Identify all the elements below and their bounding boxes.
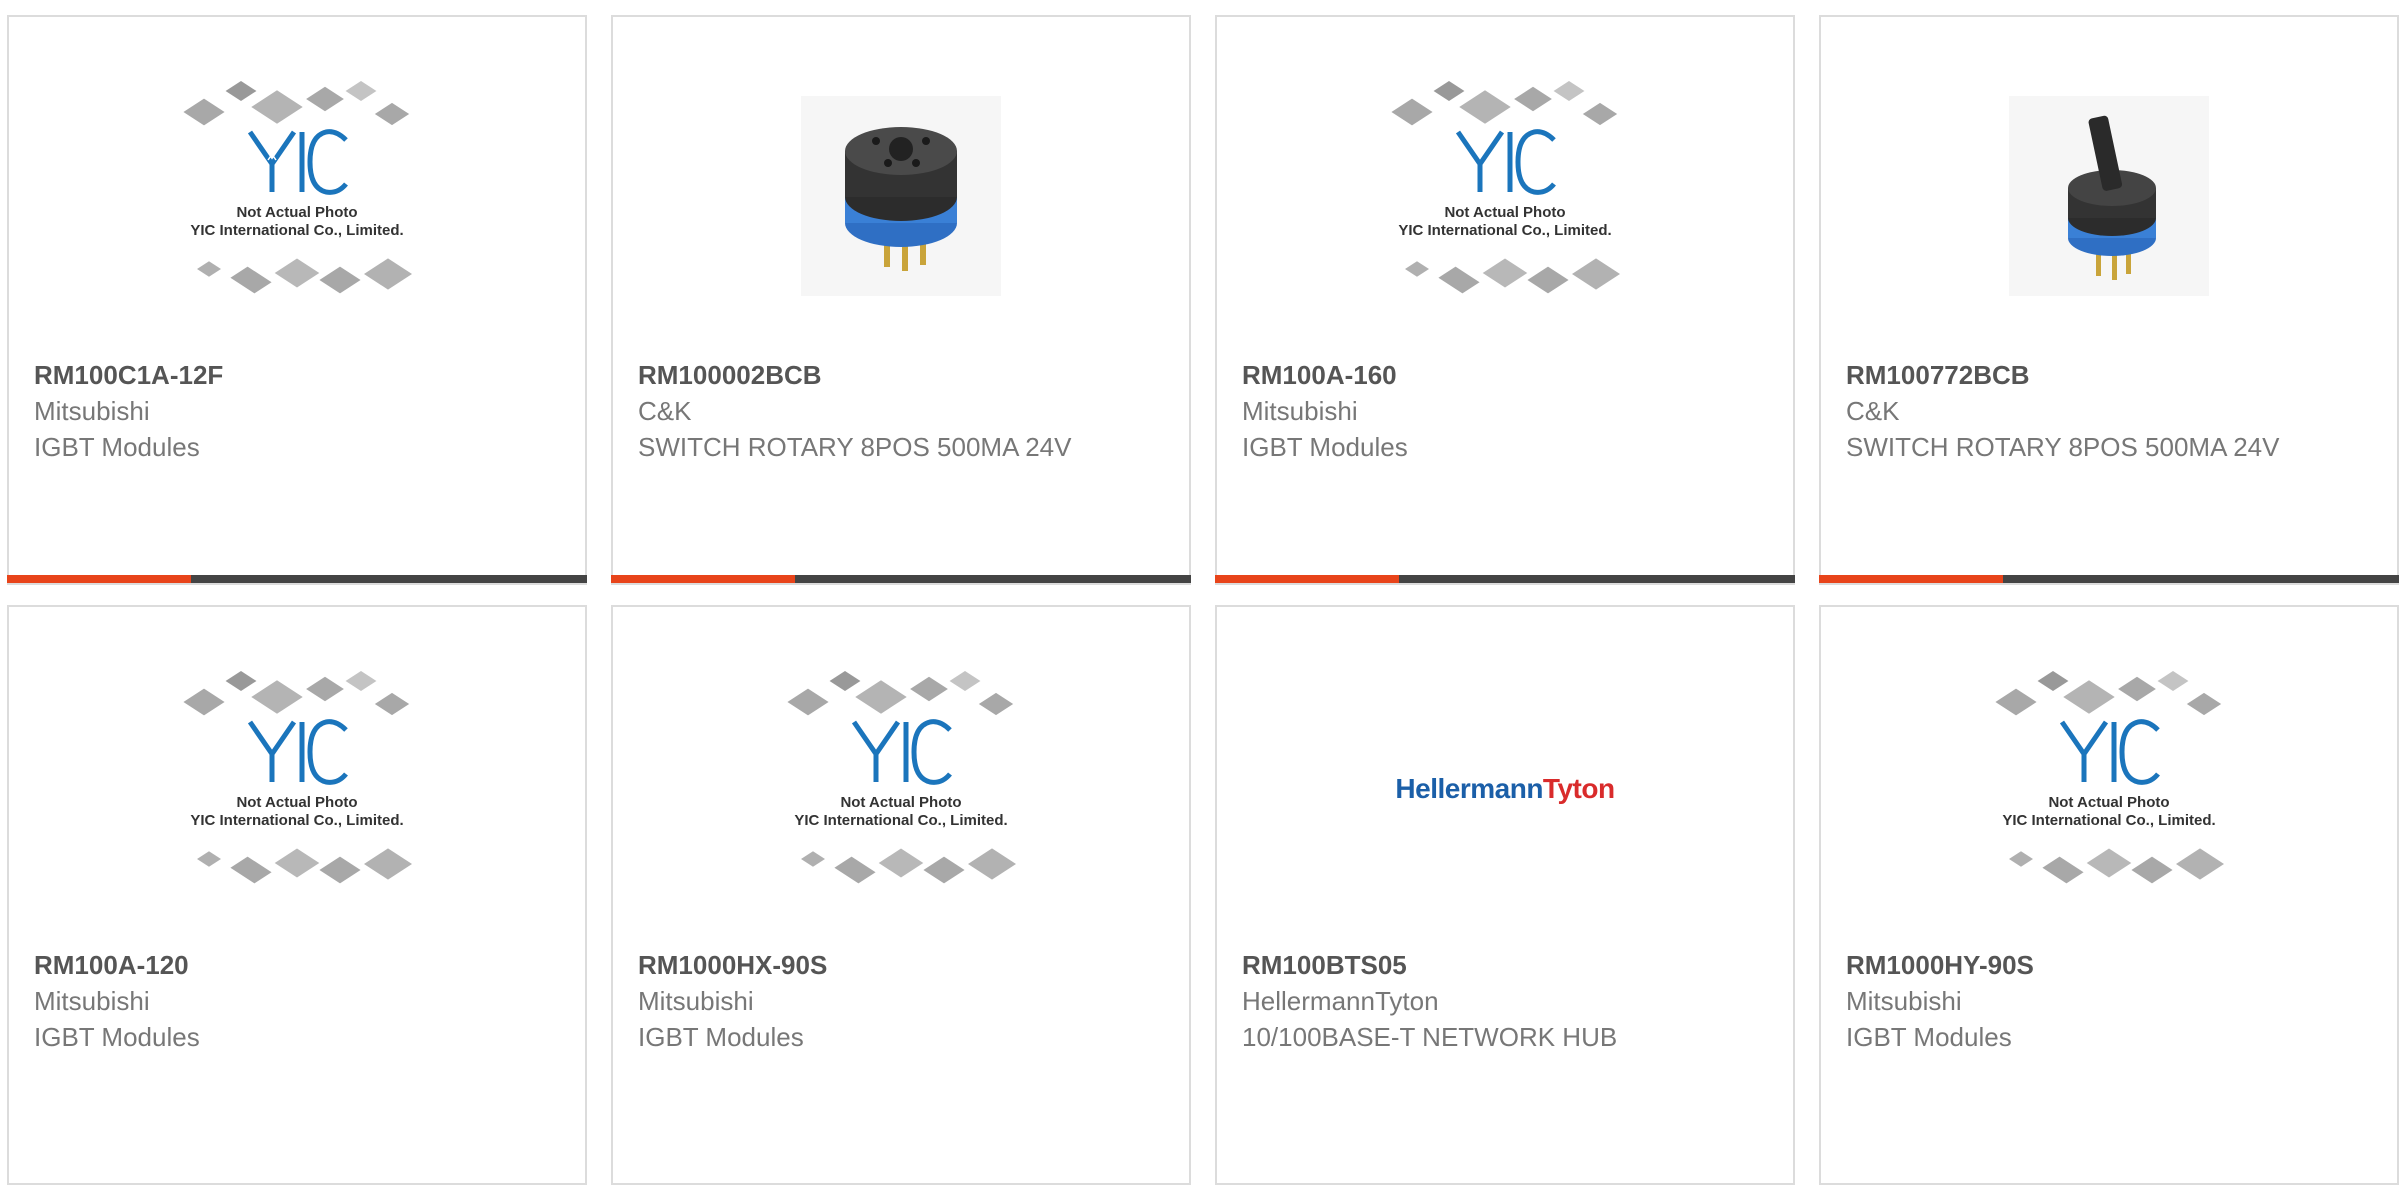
card-accent-bar [611,575,795,583]
product-card[interactable]: HellermannTyton RM100BTS05 HellermannTyt… [1215,605,1795,1185]
product-card[interactable]: Not Actual Photo YIC International Co., … [1819,605,2399,1185]
product-image-area[interactable]: HellermannTyton [1217,607,1793,952]
product-image-area[interactable]: Not Actual Photo YIC International Co., … [9,607,585,952]
card-accent-bar [1215,575,1399,583]
yic-logo [1455,128,1556,195]
yic-logo [2059,718,2160,785]
part-number-link[interactable]: RM100002BCB [638,357,1169,393]
card-bottom-bar [1215,575,1795,583]
product-card[interactable]: RM100772BCB C&K SWITCH ROTARY 8POS 500MA… [1819,15,2399,585]
product-info: RM100002BCB C&K SWITCH ROTARY 8POS 500MA… [638,357,1169,465]
placeholder-line2: YIC International Co., Limited. [2002,811,2216,829]
logo-tyton-text: Tyton [1542,772,1615,804]
not-actual-photo-placeholder: Not Actual Photo YIC International Co., … [162,70,432,310]
product-card[interactable]: Not Actual Photo YIC International Co., … [611,605,1191,1185]
manufacturer: HellermannTyton [1242,986,1439,1016]
description: IGBT Modules [1242,432,1408,462]
product-image-area[interactable]: Not Actual Photo YIC International Co., … [1217,17,1793,362]
product-info: RM100BTS05 HellermannTyton 10/100BASE-T … [1242,947,1773,1055]
part-number-link[interactable]: RM100C1A-12F [34,357,565,393]
manufacturer: Mitsubishi [1846,986,1962,1016]
product-info: RM100A-160 Mitsubishi IGBT Modules [1242,357,1773,465]
manufacturer: Mitsubishi [638,986,754,1016]
part-number-link[interactable]: RM100A-160 [1242,357,1773,393]
placeholder-line2: YIC International Co., Limited. [1398,221,1612,239]
product-card[interactable]: Not Actual Photo YIC International Co., … [7,15,587,585]
product-info: RM100A-120 Mitsubishi IGBT Modules [34,947,565,1055]
placeholder-line1: Not Actual Photo [840,793,962,811]
card-bottom-bar [611,575,1191,583]
manufacturer: Mitsubishi [34,396,150,426]
description: IGBT Modules [34,1022,200,1052]
placeholder-line1: Not Actual Photo [236,203,358,221]
manufacturer: C&K [638,396,692,426]
part-number-link[interactable]: RM1000HX-90S [638,947,1169,983]
product-info: RM1000HX-90S Mitsubishi IGBT Modules [638,947,1169,1055]
rotary-switch-shaft-image [2068,115,2156,280]
placeholder-line1: Not Actual Photo [236,793,358,811]
description: IGBT Modules [1846,1022,2012,1052]
description: SWITCH ROTARY 8POS 500MA 24V [638,432,1072,462]
card-accent-bar [1819,575,2003,583]
logo-hellermann-text: Hellermann [1395,772,1543,804]
rotary-switch-image [845,126,957,271]
rotary-switch-photo [801,95,1001,296]
product-image-area[interactable]: Not Actual Photo YIC International Co., … [1821,607,2397,952]
manufacturer: Mitsubishi [34,986,150,1016]
placeholder-line2: YIC International Co., Limited. [190,811,404,829]
card-bottom-bar [7,575,587,583]
description: SWITCH ROTARY 8POS 500MA 24V [1846,432,2280,462]
product-card[interactable]: RM100002BCB C&K SWITCH ROTARY 8POS 500MA… [611,15,1191,585]
part-number-link[interactable]: RM100BTS05 [1242,947,1773,983]
description: IGBT Modules [638,1022,804,1052]
part-number-link[interactable]: RM100A-120 [34,947,565,983]
card-bottom-bar [1819,575,2399,583]
yic-logo [851,718,952,785]
placeholder-line1: Not Actual Photo [2048,793,2170,811]
product-image-area[interactable]: Not Actual Photo YIC International Co., … [9,17,585,362]
manufacturer: C&K [1846,396,1900,426]
placeholder-line2: YIC International Co., Limited. [794,811,1008,829]
yic-logo [247,718,348,785]
product-image-area[interactable]: Not Actual Photo YIC International Co., … [613,607,1189,952]
description: 10/100BASE-T NETWORK HUB [1242,1022,1618,1052]
yic-logo [247,128,348,195]
part-number-link[interactable]: RM100772BCB [1846,357,2377,393]
placeholder-line2: YIC International Co., Limited. [190,221,404,239]
not-actual-photo-placeholder: Not Actual Photo YIC International Co., … [766,660,1036,900]
description: IGBT Modules [34,432,200,462]
product-info: RM100C1A-12F Mitsubishi IGBT Modules [34,357,565,465]
rotary-switch-shaft-photo [2009,95,2209,296]
not-actual-photo-placeholder: Not Actual Photo YIC International Co., … [1974,660,2244,900]
product-grid: Not Actual Photo YIC International Co., … [0,0,2400,1185]
not-actual-photo-placeholder: Not Actual Photo YIC International Co., … [162,660,432,900]
product-card[interactable]: Not Actual Photo YIC International Co., … [1215,15,1795,585]
product-info: RM100772BCB C&K SWITCH ROTARY 8POS 500MA… [1846,357,2377,465]
part-number-link[interactable]: RM1000HY-90S [1846,947,2377,983]
not-actual-photo-placeholder: Not Actual Photo YIC International Co., … [1370,70,1640,310]
product-info: RM1000HY-90S Mitsubishi IGBT Modules [1846,947,2377,1055]
hellermanntyton-logo: HellermannTyton [1395,772,1615,805]
placeholder-line1: Not Actual Photo [1444,203,1566,221]
product-card[interactable]: Not Actual Photo YIC International Co., … [7,605,587,1185]
product-image-area[interactable] [1821,17,2397,362]
card-accent-bar [7,575,191,583]
manufacturer: Mitsubishi [1242,396,1358,426]
product-image-area[interactable] [613,17,1189,362]
